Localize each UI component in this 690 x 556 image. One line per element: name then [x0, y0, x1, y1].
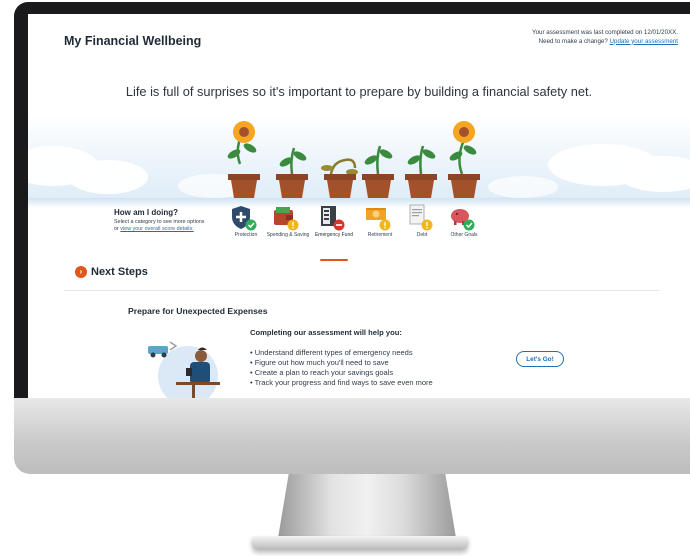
pot-retirement	[362, 145, 394, 198]
pot-protection	[227, 121, 260, 198]
lets-go-button[interactable]: Let's Go!	[516, 351, 564, 367]
list-item: Track your progress and find ways to sav…	[250, 378, 433, 388]
next-steps-heading: Next Steps	[91, 266, 148, 278]
money-icon	[366, 208, 386, 220]
document-icon	[409, 204, 425, 225]
section-title: Prepare for Unexpected Expenses	[128, 306, 268, 316]
tab-label: Emergency Fund	[314, 232, 354, 238]
selected-tab-indicator	[320, 259, 348, 261]
app-screen: My Financial Wellbeing Your assessment w…	[28, 14, 690, 398]
how-or: or	[114, 226, 119, 232]
safe-icon	[321, 206, 336, 226]
list-item: Create a plan to reach your savings goal…	[250, 368, 433, 378]
tab-label: Other Goals	[450, 232, 478, 238]
tab-debt[interactable]: Debt	[400, 202, 444, 238]
tab-label: Spending & Saving	[266, 232, 310, 238]
pot-spending	[276, 147, 308, 198]
assessment-lead: Completing our assessment will help you:	[250, 328, 402, 337]
tab-emergency-fund[interactable]: Emergency Fund	[312, 202, 356, 261]
list-item: Figure out how much you'll need to save	[250, 358, 433, 368]
how-subtitle: Select a category to see more options	[114, 219, 205, 225]
tab-spending-saving[interactable]: Spending & Saving	[266, 202, 310, 238]
pot-emergency-fund	[321, 158, 358, 198]
tab-label: Debt	[416, 232, 428, 238]
tab-retirement[interactable]: Retirement	[358, 202, 402, 238]
monitor-stand-neck	[278, 474, 456, 538]
category-tabs: Protection Spending & Saving Emergency F…	[224, 202, 504, 266]
tab-label: Protection	[234, 232, 258, 238]
pot-other-goals	[448, 121, 480, 198]
monitor-stand-base	[252, 536, 468, 550]
arrow-right-icon: ›	[75, 266, 87, 278]
flower-icon	[233, 121, 255, 143]
tab-label: Retirement	[367, 232, 393, 238]
pot-debt	[405, 145, 437, 198]
person-phone-illustration	[148, 341, 220, 398]
status-good-icon	[463, 219, 475, 231]
status-good-icon	[245, 219, 257, 231]
tab-protection[interactable]: Protection	[224, 202, 268, 238]
tab-other-goals[interactable]: Other Goals	[442, 202, 486, 238]
overall-score-link[interactable]: view your overall score details:	[120, 226, 193, 232]
benefits-list: Understand different types of emergency …	[250, 348, 433, 388]
list-item: Understand different types of emergency …	[250, 348, 433, 358]
section-divider	[64, 290, 660, 291]
plant-pots-illustration	[227, 121, 480, 198]
monitor-chin	[14, 398, 690, 474]
flower-icon	[453, 121, 475, 143]
